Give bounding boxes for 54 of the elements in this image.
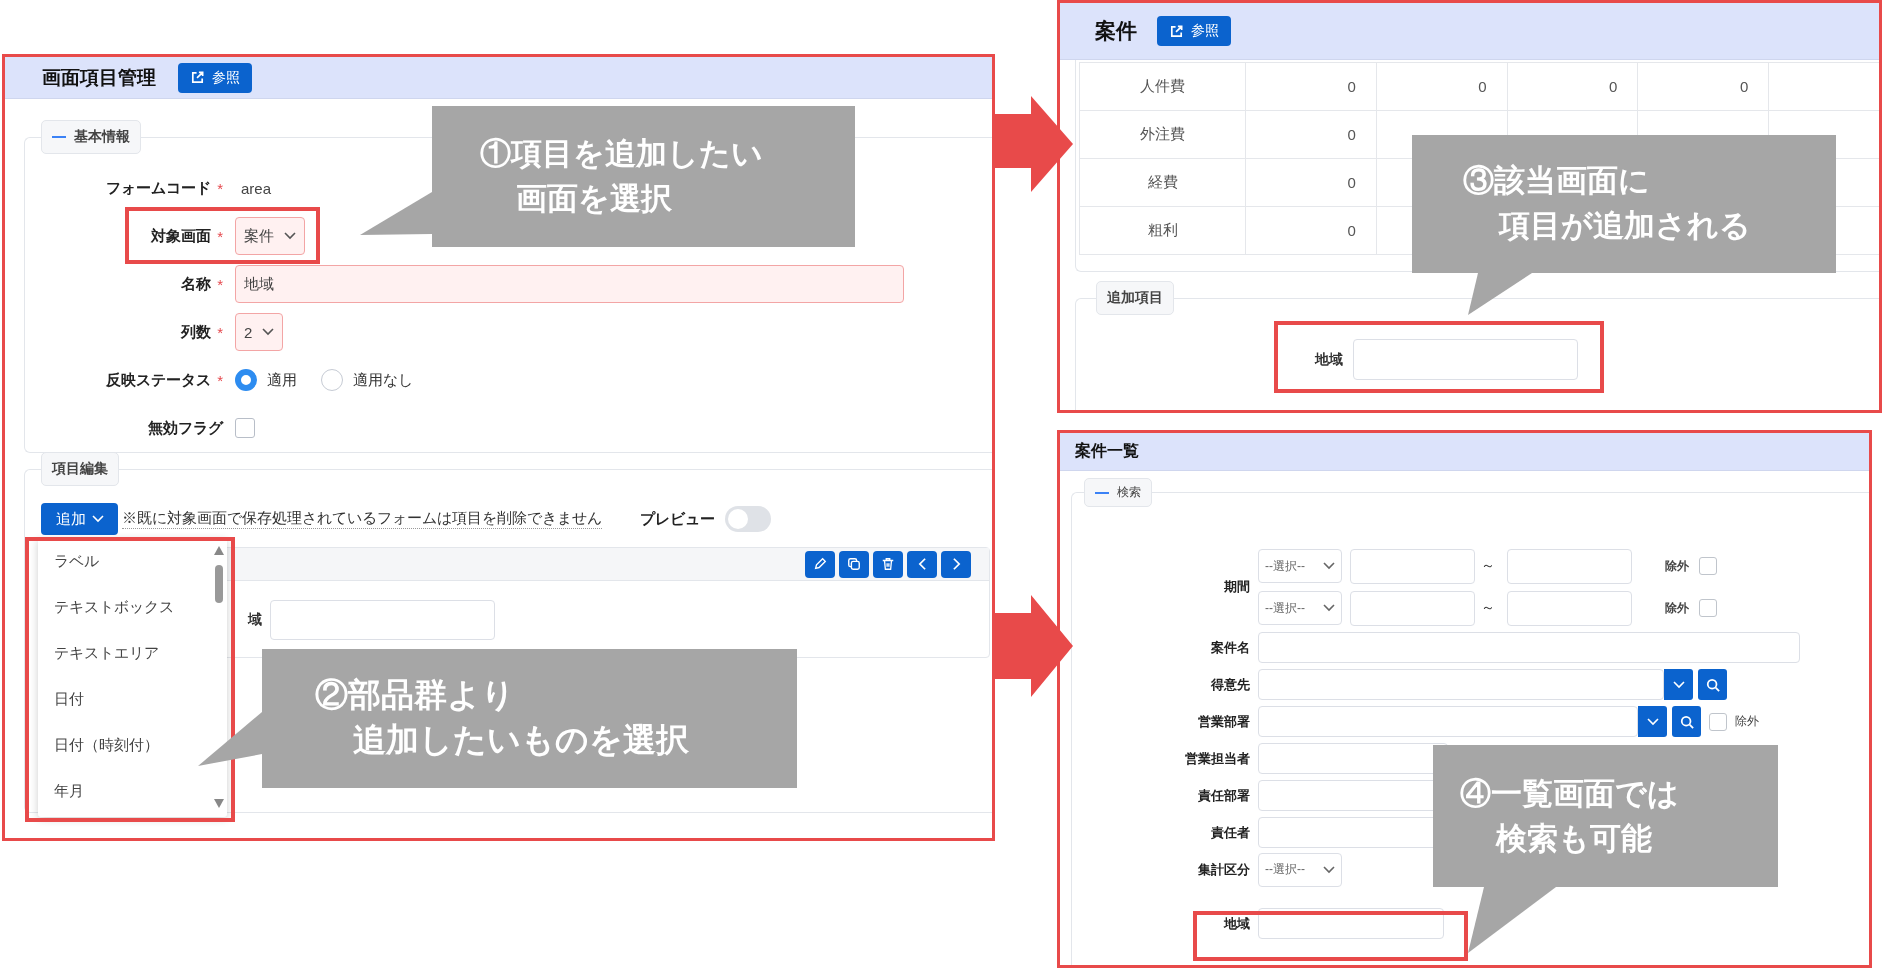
required-mark: *	[217, 227, 223, 245]
exclude-label: 除外	[1665, 557, 1689, 575]
field-label: 集計区分	[1197, 860, 1250, 879]
range-separator: ～	[1480, 557, 1496, 575]
table-cell: 0	[1506, 63, 1638, 110]
callout-text: ③該当画面に 項目が追加される	[1463, 163, 1751, 243]
field-label: 地域	[1313, 350, 1343, 369]
callout-text: ①項目を追加したい 画面を選択	[480, 136, 763, 216]
required-mark: *	[217, 371, 223, 389]
exclude-label: 除外	[1665, 599, 1689, 617]
field-label: 反映ステータス	[106, 370, 212, 390]
table-cell: 外注費	[1079, 111, 1246, 158]
table-cell: 0	[1245, 159, 1376, 206]
field-label: 域	[248, 610, 262, 629]
note-text: ※既に対象画面で保存処理されているフォームは項目を削除できません	[122, 509, 602, 529]
field-value: area	[240, 179, 272, 197]
table-cell: 0	[1245, 207, 1376, 254]
page-title: 画面項目管理	[42, 65, 156, 90]
required-mark: *	[217, 323, 223, 341]
section-title: 検索	[1117, 484, 1141, 501]
section-title: 項目編集	[52, 460, 108, 478]
required-mark: *	[217, 179, 223, 197]
field-label: 営業部署	[1197, 712, 1250, 731]
table-cell: 0	[1637, 63, 1769, 110]
section-title: 基本情報	[74, 128, 130, 146]
required-mark: *	[217, 275, 223, 293]
exclude-label: 除外	[1735, 713, 1759, 730]
table-cell: 粗利	[1079, 207, 1246, 254]
callout-text: ②部品群より 追加したいものを選択	[315, 676, 689, 758]
field-label: 無効フラグ	[148, 418, 223, 438]
range-separator: ～	[1480, 599, 1496, 617]
table-cell: 0	[1375, 63, 1507, 110]
callout-text: ④一覧画面では 検索も可能	[1460, 776, 1679, 856]
field-label: 期間	[1223, 578, 1250, 596]
table-cell: 人件費	[1079, 63, 1246, 110]
field-label: 営業担当者	[1184, 749, 1250, 768]
field-label: 名称	[181, 274, 212, 294]
field-label: 責任者	[1210, 823, 1250, 842]
table-cell: 0	[1245, 63, 1376, 110]
field-label: 列数	[181, 322, 212, 342]
field-label: 対象画面	[151, 226, 212, 246]
field-label: 地域	[1222, 914, 1250, 933]
page-title: 案件	[1095, 18, 1137, 44]
preview-label: プレビュー	[640, 509, 715, 529]
field-label: 責任部署	[1197, 786, 1250, 805]
field-label: 案件名	[1210, 638, 1250, 657]
field-label: 得意先	[1210, 675, 1250, 694]
page-title: 案件一覧	[1075, 441, 1139, 461]
table-cell: 経費	[1079, 159, 1246, 206]
field-label: フォームコード	[106, 178, 212, 198]
section-title: 追加項目	[1107, 289, 1163, 307]
table-cell: 0	[1245, 111, 1376, 158]
radio-label: 適用	[267, 370, 297, 390]
radio-label: 適用なし	[353, 370, 413, 390]
